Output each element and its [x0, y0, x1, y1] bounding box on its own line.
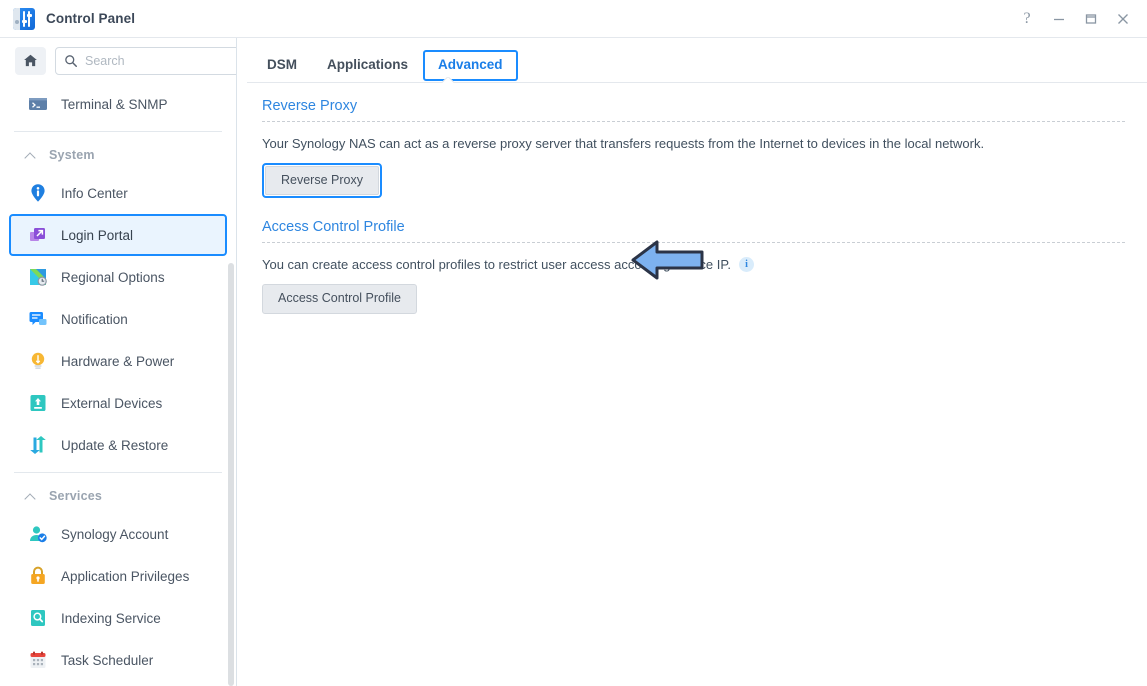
- sidebar-item-label: External Devices: [61, 395, 163, 411]
- sidebar-item-login-portal[interactable]: Login Portal: [9, 214, 227, 256]
- sidebar-item-label: Hardware & Power: [61, 353, 175, 369]
- section-description-access-control-profile: You can create access control profiles t…: [262, 243, 1125, 273]
- sidebar-item-synology-account[interactable]: Synology Account: [9, 513, 227, 555]
- regional-options-icon: [27, 266, 49, 288]
- sidebar-header: [0, 38, 236, 83]
- sidebar-item-label: Task Scheduler: [61, 652, 154, 668]
- search-icon: [65, 54, 77, 67]
- section-reverse-proxy: Reverse Proxy Your Synology NAS can act …: [262, 98, 1125, 199]
- minimize-icon: [1054, 18, 1064, 20]
- sidebar-item-notification[interactable]: Notification: [9, 298, 227, 340]
- home-button[interactable]: [15, 46, 46, 75]
- chevron-up-icon: [25, 493, 36, 500]
- terminal-icon: [27, 93, 49, 115]
- task-scheduler-icon: [27, 649, 49, 671]
- sidebar-item-label: Synology Account: [61, 526, 169, 542]
- access-control-button-row: Access Control Profile: [262, 272, 1125, 314]
- sidebar-group-services[interactable]: Services: [0, 479, 236, 513]
- close-icon: [1118, 13, 1128, 24]
- sidebar-nav-scroll: Terminal & SNMP System Info Center Login Po…: [0, 83, 236, 686]
- access-control-profile-button[interactable]: Access Control Profile: [262, 284, 417, 314]
- sidebar-item-label: Terminal & SNMP: [61, 96, 168, 112]
- sidebar-item-label: Info Center: [61, 185, 128, 201]
- info-icon[interactable]: i: [738, 257, 754, 273]
- notification-icon: [27, 308, 49, 330]
- window-title: Control Panel: [46, 11, 136, 26]
- update-restore-icon: [27, 434, 49, 456]
- sidebar-item-update-restore[interactable]: Update & Restore: [9, 424, 227, 466]
- sidebar-scrollbar[interactable]: [228, 263, 234, 686]
- sidebar-item-label: Application Privileges: [61, 568, 190, 584]
- sidebar-divider: [14, 472, 222, 473]
- section-title-reverse-proxy: Reverse Proxy: [262, 98, 358, 114]
- window-controls: ?: [1011, 0, 1139, 37]
- sidebar-nav-list: Terminal & SNMP System Info Center Login Po…: [0, 83, 236, 681]
- sidebar-item-application-privileges[interactable]: Application Privileges: [9, 555, 227, 597]
- maximize-icon: [1085, 13, 1097, 24]
- sidebar-item-label: Login Portal: [61, 227, 134, 243]
- external-devices-icon: [27, 392, 49, 414]
- indexing-service-icon: [27, 607, 49, 629]
- control-panel-icon: [13, 7, 35, 30]
- sidebar-item-indexing-service[interactable]: Indexing Service: [9, 597, 227, 639]
- sidebar-group-label: System: [49, 148, 95, 162]
- sidebar-item-label: Regional Options: [61, 269, 165, 285]
- close-button[interactable]: [1107, 4, 1139, 34]
- sidebar-item-external-devices[interactable]: External Devices: [9, 382, 227, 424]
- main-panel: DSM Applications Advanced Reverse Proxy …: [237, 38, 1147, 686]
- help-icon: ?: [1023, 9, 1031, 27]
- section-access-control-profile: Access Control Profile You can create ac…: [262, 198, 1125, 314]
- sidebar-group-system[interactable]: System: [0, 138, 236, 172]
- maximize-button[interactable]: [1075, 4, 1107, 34]
- sidebar-item-terminal-snmp[interactable]: Terminal & SNMP: [9, 83, 227, 125]
- chevron-up-icon: [25, 152, 36, 159]
- reverse-proxy-button[interactable]: Reverse Proxy: [265, 166, 379, 196]
- sidebar: Terminal & SNMP System Info Center Login Po…: [0, 38, 237, 686]
- synology-account-icon: [27, 523, 49, 545]
- sidebar-item-task-scheduler[interactable]: Task Scheduler: [9, 639, 227, 681]
- minimize-button[interactable]: [1043, 4, 1075, 34]
- titlebar-left: Control Panel: [13, 7, 136, 30]
- sidebar-item-label: Indexing Service: [61, 610, 161, 626]
- reverse-proxy-focus-ring: Reverse Proxy: [262, 163, 382, 199]
- access-control-description-text: You can create access control profiles t…: [262, 257, 731, 273]
- sidebar-divider: [14, 131, 222, 132]
- control-panel-window: Control Panel ? Search Terminal & SNMP S…: [0, 0, 1147, 686]
- info-center-icon: [27, 182, 49, 204]
- sidebar-item-regional-options[interactable]: Regional Options: [9, 256, 227, 298]
- sidebar-item-label: Update & Restore: [61, 437, 169, 453]
- hardware-power-icon: [27, 350, 49, 372]
- sidebar-item-hardware-power[interactable]: Hardware & Power: [9, 340, 227, 382]
- sidebar-item-info-center[interactable]: Info Center: [9, 172, 227, 214]
- search-box[interactable]: [55, 46, 236, 75]
- sidebar-item-label: Notification: [61, 311, 128, 327]
- application-privileges-icon: [27, 565, 49, 587]
- help-button[interactable]: ?: [1011, 4, 1043, 34]
- search-input[interactable]: [85, 53, 236, 68]
- sidebar-group-label: Services: [49, 489, 103, 503]
- home-icon: [24, 54, 37, 67]
- section-description-reverse-proxy: Your Synology NAS can act as a reverse p…: [262, 122, 1125, 151]
- window-titlebar: Control Panel ?: [0, 0, 1147, 37]
- login-portal-icon: [27, 224, 49, 246]
- tab-applications[interactable]: Applications: [312, 50, 423, 81]
- reverse-proxy-button-row: Reverse Proxy: [262, 151, 1125, 199]
- tab-advanced[interactable]: Advanced: [423, 50, 518, 81]
- tab-dsm[interactable]: DSM: [252, 50, 312, 81]
- section-title-access-control-profile: Access Control Profile: [262, 219, 405, 236]
- window-body: Terminal & SNMP System Info Center Login Po…: [0, 37, 1147, 686]
- content-area: Reverse Proxy Your Synology NAS can act …: [237, 83, 1147, 686]
- tab-bar: DSM Applications Advanced: [237, 38, 1147, 83]
- reverse-proxy-description-text: Your Synology NAS can act as a reverse p…: [262, 136, 985, 151]
